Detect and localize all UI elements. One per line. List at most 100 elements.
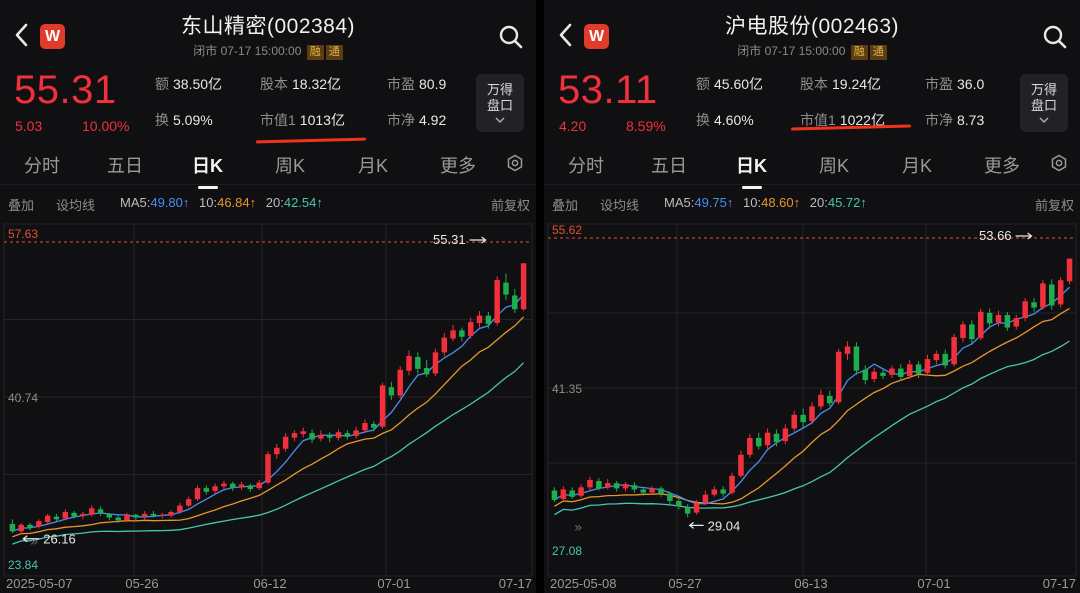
search-icon[interactable] bbox=[498, 24, 524, 50]
candle-body bbox=[729, 475, 735, 493]
tab-daily-k[interactable]: 日K bbox=[192, 152, 223, 189]
candle-body bbox=[53, 516, 60, 520]
period-tabs: 分时 五日 日K 周K 月K 更多 bbox=[544, 140, 1080, 189]
search-icon[interactable] bbox=[1042, 24, 1068, 50]
kline-chart[interactable]: 57.63 40.74 23.84 55.31 26.16 » 2025-05-07 05-2… bbox=[0, 216, 536, 593]
candle-body bbox=[933, 353, 940, 361]
candle-body bbox=[977, 311, 984, 339]
x-tick-label: 07-01 bbox=[377, 576, 410, 591]
candle-body bbox=[397, 369, 403, 396]
candle-body bbox=[221, 483, 227, 487]
ma-settings-button[interactable]: 设均线 bbox=[600, 195, 639, 214]
stat-value: 8.73 bbox=[957, 112, 985, 128]
quote-time: 07-17 15:00:00 bbox=[220, 44, 302, 58]
tab-daily-k[interactable]: 日K bbox=[736, 152, 767, 189]
adjust-mode-button[interactable]: 前复权 bbox=[491, 195, 530, 214]
tab-more[interactable]: 更多 bbox=[984, 152, 1020, 178]
ma5-key: MA5: bbox=[120, 195, 151, 210]
ma20-value: 45.72 bbox=[827, 195, 861, 210]
stat-pb: 市净 4.92 bbox=[387, 110, 446, 130]
candle-body bbox=[230, 483, 236, 489]
candle-body bbox=[27, 524, 33, 528]
candle-body bbox=[986, 312, 993, 324]
candle-body bbox=[415, 356, 421, 369]
stat-shares: 股本 18.32亿 bbox=[260, 74, 341, 94]
tab-five-day[interactable]: 五日 bbox=[651, 152, 687, 178]
candle-body bbox=[512, 295, 518, 310]
candle-body bbox=[115, 517, 121, 521]
candle-body bbox=[124, 514, 130, 521]
scroll-left-icon: » bbox=[574, 520, 583, 536]
y-min-label: 23.84 bbox=[8, 558, 38, 572]
candle-body bbox=[476, 315, 483, 324]
chart-frame bbox=[3, 223, 533, 577]
y-mid-label: 40.74 bbox=[8, 391, 38, 405]
y-min-label: 27.08 bbox=[552, 544, 582, 558]
stat-pe: 市盈 80.9 bbox=[387, 74, 446, 94]
overlay-button[interactable]: 叠加 bbox=[8, 195, 34, 214]
candle-body bbox=[684, 507, 691, 514]
tab-intraday[interactable]: 分时 bbox=[24, 152, 60, 178]
tab-more[interactable]: 更多 bbox=[440, 152, 476, 178]
candle-body bbox=[747, 437, 753, 455]
candle-body bbox=[711, 489, 718, 495]
candle-body bbox=[880, 372, 886, 376]
adjust-mode-button[interactable]: 前复权 bbox=[1035, 195, 1074, 214]
candle-body bbox=[738, 454, 744, 476]
stat-amount: 额 38.50亿 bbox=[155, 74, 222, 94]
stat-label: 市盈 bbox=[387, 76, 415, 92]
high-marker-label: 55.31 bbox=[433, 232, 466, 247]
panel-divider bbox=[536, 0, 544, 593]
candle-body bbox=[951, 337, 957, 365]
stock-panel-right: W 沪电股份(002463) 闭市 07-17 15:00:00 融通 53.1… bbox=[544, 0, 1080, 593]
ma5-label: MA5:49.80↑ bbox=[120, 195, 189, 210]
ma20-key: 20: bbox=[809, 195, 828, 210]
candle-body bbox=[578, 487, 584, 496]
candle-body bbox=[649, 488, 655, 493]
candle-body bbox=[318, 434, 324, 439]
ma-settings-button[interactable]: 设均线 bbox=[56, 195, 95, 214]
order-book-label-1: 万得 bbox=[486, 82, 513, 97]
price-change-percent: 8.59% bbox=[626, 118, 666, 134]
candle-body bbox=[862, 369, 869, 381]
candle-body bbox=[596, 481, 602, 489]
candle-body bbox=[1040, 283, 1046, 308]
kline-svg: 55.62 41.35 27.08 53.66 29.04 » 2025-05-08 05-2… bbox=[547, 223, 1077, 591]
arrow-up-icon: ↑ bbox=[726, 195, 734, 210]
stat-label: 市净 bbox=[387, 112, 415, 128]
kline-chart[interactable]: 55.62 41.35 27.08 53.66 29.04 » 2025-05-08 05-2… bbox=[544, 216, 1080, 593]
tab-weekly-k[interactable]: 周K bbox=[275, 152, 305, 178]
tab-monthly-k[interactable]: 月K bbox=[358, 152, 388, 178]
gear-icon[interactable] bbox=[506, 154, 524, 172]
candle-body bbox=[613, 483, 620, 489]
chart-toolbar: 叠加 设均线 MA5:49.75↑ 10:48.60↑ 20:45.72↑ 前复… bbox=[544, 184, 1080, 216]
candle-body bbox=[693, 503, 700, 513]
candle-body bbox=[569, 490, 575, 497]
order-book-button[interactable]: 万得 盘口 bbox=[476, 74, 524, 132]
candle-body bbox=[658, 488, 664, 494]
arrow-up-icon: ↑ bbox=[182, 195, 190, 210]
gear-icon[interactable] bbox=[1050, 154, 1068, 172]
order-book-button[interactable]: 万得 盘口 bbox=[1020, 74, 1068, 132]
stat-label: 市值1 bbox=[260, 112, 296, 128]
tab-five-day[interactable]: 五日 bbox=[107, 152, 143, 178]
tab-monthly-k[interactable]: 月K bbox=[902, 152, 932, 178]
candle-body bbox=[344, 433, 351, 437]
candle-body bbox=[915, 364, 922, 374]
tab-weekly-k[interactable]: 周K bbox=[819, 152, 849, 178]
period-tabs: 分时 五日 日K 周K 月K 更多 bbox=[0, 140, 536, 189]
overlay-button[interactable]: 叠加 bbox=[552, 195, 578, 214]
candle-body bbox=[36, 521, 42, 527]
tab-intraday[interactable]: 分时 bbox=[568, 152, 604, 178]
candle-body bbox=[853, 346, 860, 371]
candle-body bbox=[133, 514, 139, 518]
connect-tag: 通 bbox=[325, 45, 343, 60]
candle-body bbox=[906, 364, 913, 376]
candle-body bbox=[141, 513, 148, 517]
candle-body bbox=[291, 433, 298, 438]
candle-body bbox=[274, 447, 280, 455]
ma10-value: 48.60 bbox=[761, 195, 794, 210]
order-book-label-2: 盘口 bbox=[1030, 98, 1057, 113]
candle-body bbox=[791, 414, 797, 429]
market-status-line: 闭市 07-17 15:00:00 融通 bbox=[544, 42, 1080, 60]
